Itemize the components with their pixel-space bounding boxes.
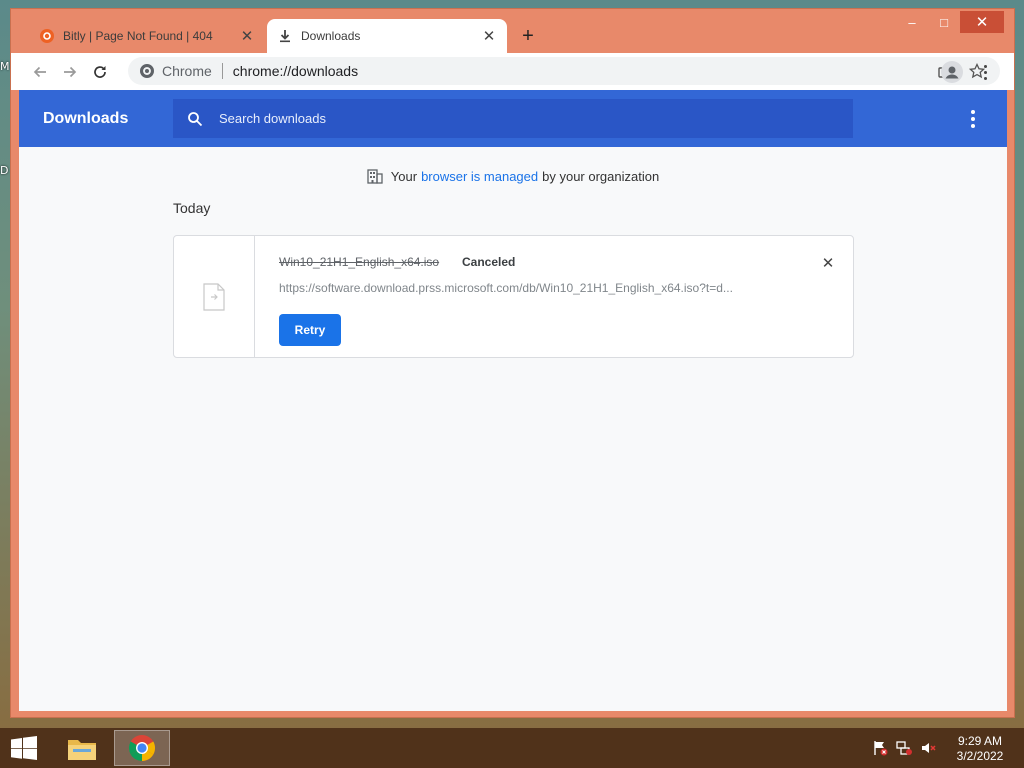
more-actions-icon[interactable] <box>971 110 975 128</box>
forward-arrow-icon <box>64 66 77 77</box>
close-window-button[interactable]: ✕ <box>960 11 1004 33</box>
file-explorer-icon[interactable] <box>54 730 110 766</box>
search-bar[interactable] <box>173 99 853 138</box>
building-icon <box>367 168 383 184</box>
browser-managed-link[interactable]: browser is managed <box>421 169 538 184</box>
download-icon <box>277 28 293 44</box>
file-icon-column <box>174 236 255 357</box>
search-icon <box>187 111 203 127</box>
forward-button[interactable] <box>55 57 85 87</box>
omnibox-scheme: Chrome <box>162 63 212 79</box>
managed-notice: Your browser is managed by your organiza… <box>19 168 1007 184</box>
download-file-name: Win10_21H1_English_x64.iso <box>279 255 440 269</box>
managed-notice-suffix: by your organization <box>542 168 660 184</box>
browser-toolbar: Chrome chrome://downloads <box>11 53 1014 90</box>
system-tray <box>872 740 936 756</box>
tab-bitly[interactable]: Bitly | Page Not Found | 404 ✕ <box>29 19 265 53</box>
search-input[interactable] <box>219 111 819 126</box>
tab-close-icon[interactable]: ✕ <box>239 27 255 45</box>
volume-muted-icon[interactable] <box>920 740 936 756</box>
omnibox-separator <box>221 63 223 79</box>
downloads-header: Downloads <box>19 90 1007 147</box>
retry-button[interactable]: Retry <box>279 314 341 346</box>
download-status: Canceled <box>462 255 516 269</box>
minimize-button[interactable]: – <box>896 11 928 33</box>
remove-download-icon[interactable]: ✕ <box>820 254 836 272</box>
tab-downloads[interactable]: Downloads ✕ <box>267 19 507 53</box>
window-controls: – □ ✕ <box>896 11 1004 33</box>
download-url[interactable]: https://software.download.prss.microsoft… <box>279 281 789 295</box>
taskbar: 9:29 AM 3/2/2022 <box>0 728 1024 768</box>
network-icon[interactable] <box>896 740 912 756</box>
browser-window: Bitly | Page Not Found | 404 ✕ Downloads… <box>10 8 1015 718</box>
date-group-heading: Today <box>173 200 211 216</box>
tab-strip: Bitly | Page Not Found | 404 ✕ Downloads… <box>11 9 1014 53</box>
new-tab-button[interactable]: + <box>517 25 539 47</box>
page-title: Downloads <box>43 110 129 127</box>
managed-notice-prefix: Your <box>390 168 418 184</box>
action-center-flag-icon[interactable] <box>872 740 888 756</box>
bitly-icon <box>39 28 55 44</box>
taskbar-clock[interactable]: 9:29 AM 3/2/2022 <box>950 734 1010 764</box>
windows-start-icon[interactable] <box>10 736 38 760</box>
reload-icon <box>94 65 106 78</box>
reload-button[interactable] <box>85 57 115 87</box>
tab-title: Downloads <box>301 29 361 43</box>
chrome-site-icon <box>140 64 154 78</box>
clock-date: 3/2/2022 <box>956 749 1004 763</box>
address-bar[interactable]: Chrome chrome://downloads <box>128 57 1000 85</box>
downloads-page: Downloads Your browser is managed by you… <box>19 90 1007 711</box>
desktop-icon-label: D <box>0 164 9 177</box>
clock-time: 9:29 AM <box>957 734 1003 748</box>
download-item: Win10_21H1_English_x64.iso Canceled http… <box>173 235 854 358</box>
maximize-button[interactable]: □ <box>928 11 960 33</box>
profile-avatar-icon[interactable] <box>941 61 963 83</box>
file-icon <box>203 282 225 311</box>
back-button[interactable] <box>25 57 55 87</box>
back-arrow-icon <box>33 66 46 77</box>
browser-menu-icon[interactable] <box>977 61 993 83</box>
tab-close-icon[interactable]: ✕ <box>481 27 497 45</box>
tab-title: Bitly | Page Not Found | 404 <box>63 29 213 43</box>
chrome-taskbar-icon[interactable] <box>114 730 170 766</box>
desktop-icon-label: M <box>0 60 10 73</box>
omnibox-url: chrome://downloads <box>232 63 359 79</box>
